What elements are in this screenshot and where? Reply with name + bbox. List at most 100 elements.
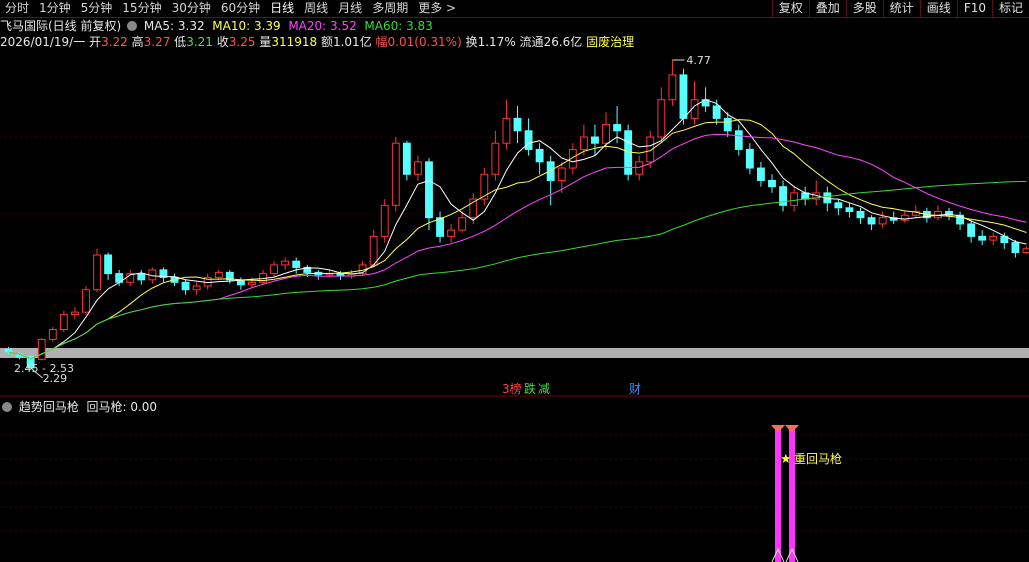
volume-value: 311918 [271, 35, 318, 49]
period-tab-7[interactable]: 周线 [299, 0, 333, 17]
toolbar-button-6[interactable]: 标记 [991, 0, 1029, 17]
period-tab-9[interactable]: 多周期 [367, 0, 413, 17]
candle-body [402, 142, 411, 175]
candle-body [635, 161, 644, 175]
toolbar-button-3[interactable]: 统计 [882, 0, 920, 17]
candle-body [502, 117, 511, 144]
open-label: 开 [89, 35, 102, 49]
period-tab-6[interactable]: 日线 [265, 0, 299, 17]
candle-body [524, 130, 533, 150]
candle-body [557, 167, 566, 181]
float-value: 26.6亿 [543, 35, 583, 49]
period-tab-2[interactable]: 5分钟 [76, 0, 118, 17]
ma20-line [8, 133, 1027, 360]
event-tag-3[interactable]: 财 [628, 382, 642, 396]
toolbar-button-2[interactable]: 多股 [845, 0, 883, 17]
signal-label: 重回马枪 [794, 451, 842, 466]
star-icon: ★ [780, 452, 792, 467]
kline-chart[interactable]: 4.772.292.45 - 2.53 [0, 50, 1029, 397]
candle-body [192, 285, 201, 291]
turnover-label: 换 [465, 35, 478, 49]
candle-body [491, 142, 500, 175]
candle-body [867, 217, 876, 225]
candle-body [270, 264, 279, 275]
candle-body [248, 281, 256, 286]
candle-body [37, 338, 46, 360]
period-tab-1[interactable]: 1分钟 [34, 0, 76, 17]
period-tab-0[interactable]: 分时 [0, 0, 34, 17]
candle-body [59, 314, 68, 330]
period-tab-5[interactable]: 60分钟 [216, 0, 265, 17]
candle-body [391, 142, 400, 206]
candle-body [70, 311, 79, 316]
toolbar-button-5[interactable]: F10 [956, 0, 992, 17]
candle-body [1022, 248, 1029, 254]
low-label: 低 [174, 35, 187, 49]
toolbar-button-1[interactable]: 叠加 [808, 0, 846, 17]
indicator-name[interactable]: 趋势回马枪 [19, 400, 79, 414]
signal-marker-icon [771, 425, 785, 433]
candle-body [978, 235, 987, 241]
period-tab-4[interactable]: 30分钟 [167, 0, 216, 17]
range-label: 2.45 - 2.53 [14, 362, 74, 375]
candle-body [756, 167, 765, 181]
close-label: 收 [216, 35, 229, 49]
candle-body [668, 74, 677, 101]
settings-toggle-icon[interactable] [127, 21, 138, 31]
signal-bar [789, 427, 795, 562]
period-tab-3[interactable]: 15分钟 [117, 0, 166, 17]
event-tag-2[interactable]: 减 [537, 382, 551, 396]
candle-body [734, 130, 743, 150]
toolbar-button-4[interactable]: 画线 [919, 0, 957, 17]
indicator-chart[interactable]: ★ 重回马枪 [0, 415, 1029, 562]
float-label: 流通 [519, 35, 544, 49]
candle-body [535, 148, 544, 163]
period-tab-8[interactable]: 月线 [333, 0, 367, 17]
candle-body [369, 235, 378, 266]
concept-tag[interactable]: 固废治理 [586, 35, 634, 49]
candle-body [613, 124, 622, 132]
candle-body [790, 192, 799, 206]
candle-body [447, 229, 456, 237]
amount-label: 额 [320, 35, 333, 49]
candle-body [281, 260, 290, 266]
ma-info-line: 飞马国际(日线 前复权) MA5: 3.32 MA10: 3.39 MA20: … [0, 18, 433, 34]
candle-body [458, 217, 467, 231]
candle-body [436, 217, 444, 237]
candle-body [657, 99, 666, 138]
volume-label: 量 [259, 35, 272, 49]
ma5-label: MA5: 3.32 [143, 19, 205, 33]
candle-body [768, 179, 776, 188]
event-tag-0[interactable]: 3榜 [501, 382, 523, 396]
candle-body [546, 161, 555, 181]
toolbar-button-0[interactable]: 复权 [771, 0, 809, 17]
high-label: 高 [131, 35, 144, 49]
candle-body [4, 348, 13, 353]
candle-body [779, 186, 787, 206]
candle-body [712, 105, 721, 119]
signal-bar [775, 427, 781, 562]
candle-body [723, 117, 732, 132]
toolbar-right-buttons: 复权 叠加 多股 统计 画线 F10 标记 [771, 0, 1029, 17]
ma20-label: MA20: 3.52 [288, 19, 357, 33]
high-marker-label: 4.77 [686, 54, 711, 67]
stock-title[interactable]: 飞马国际(日线 前复权) [0, 19, 121, 33]
amount-value: 1.01亿 [332, 35, 372, 49]
candle-body [1011, 242, 1020, 253]
event-tag-1[interactable]: 跌 [523, 382, 537, 396]
candle-body [602, 124, 610, 144]
candle-body [82, 289, 90, 313]
candle-body [48, 329, 57, 340]
candle-body [967, 223, 976, 237]
candle-body [137, 273, 146, 281]
candle-body [292, 260, 301, 268]
candle-body [591, 136, 599, 144]
indicator-title-line: 趋势回马枪 回马枪: 0.00 [0, 399, 157, 415]
candle-body [181, 281, 190, 291]
indicator-toggle-icon[interactable] [2, 402, 12, 412]
period-tab-10[interactable]: 更多 > [413, 0, 461, 17]
high-value: 3.27 [143, 35, 171, 49]
candle-body [845, 207, 854, 213]
close-value: 3.25 [228, 35, 256, 49]
change-label: 幅 [375, 35, 388, 49]
